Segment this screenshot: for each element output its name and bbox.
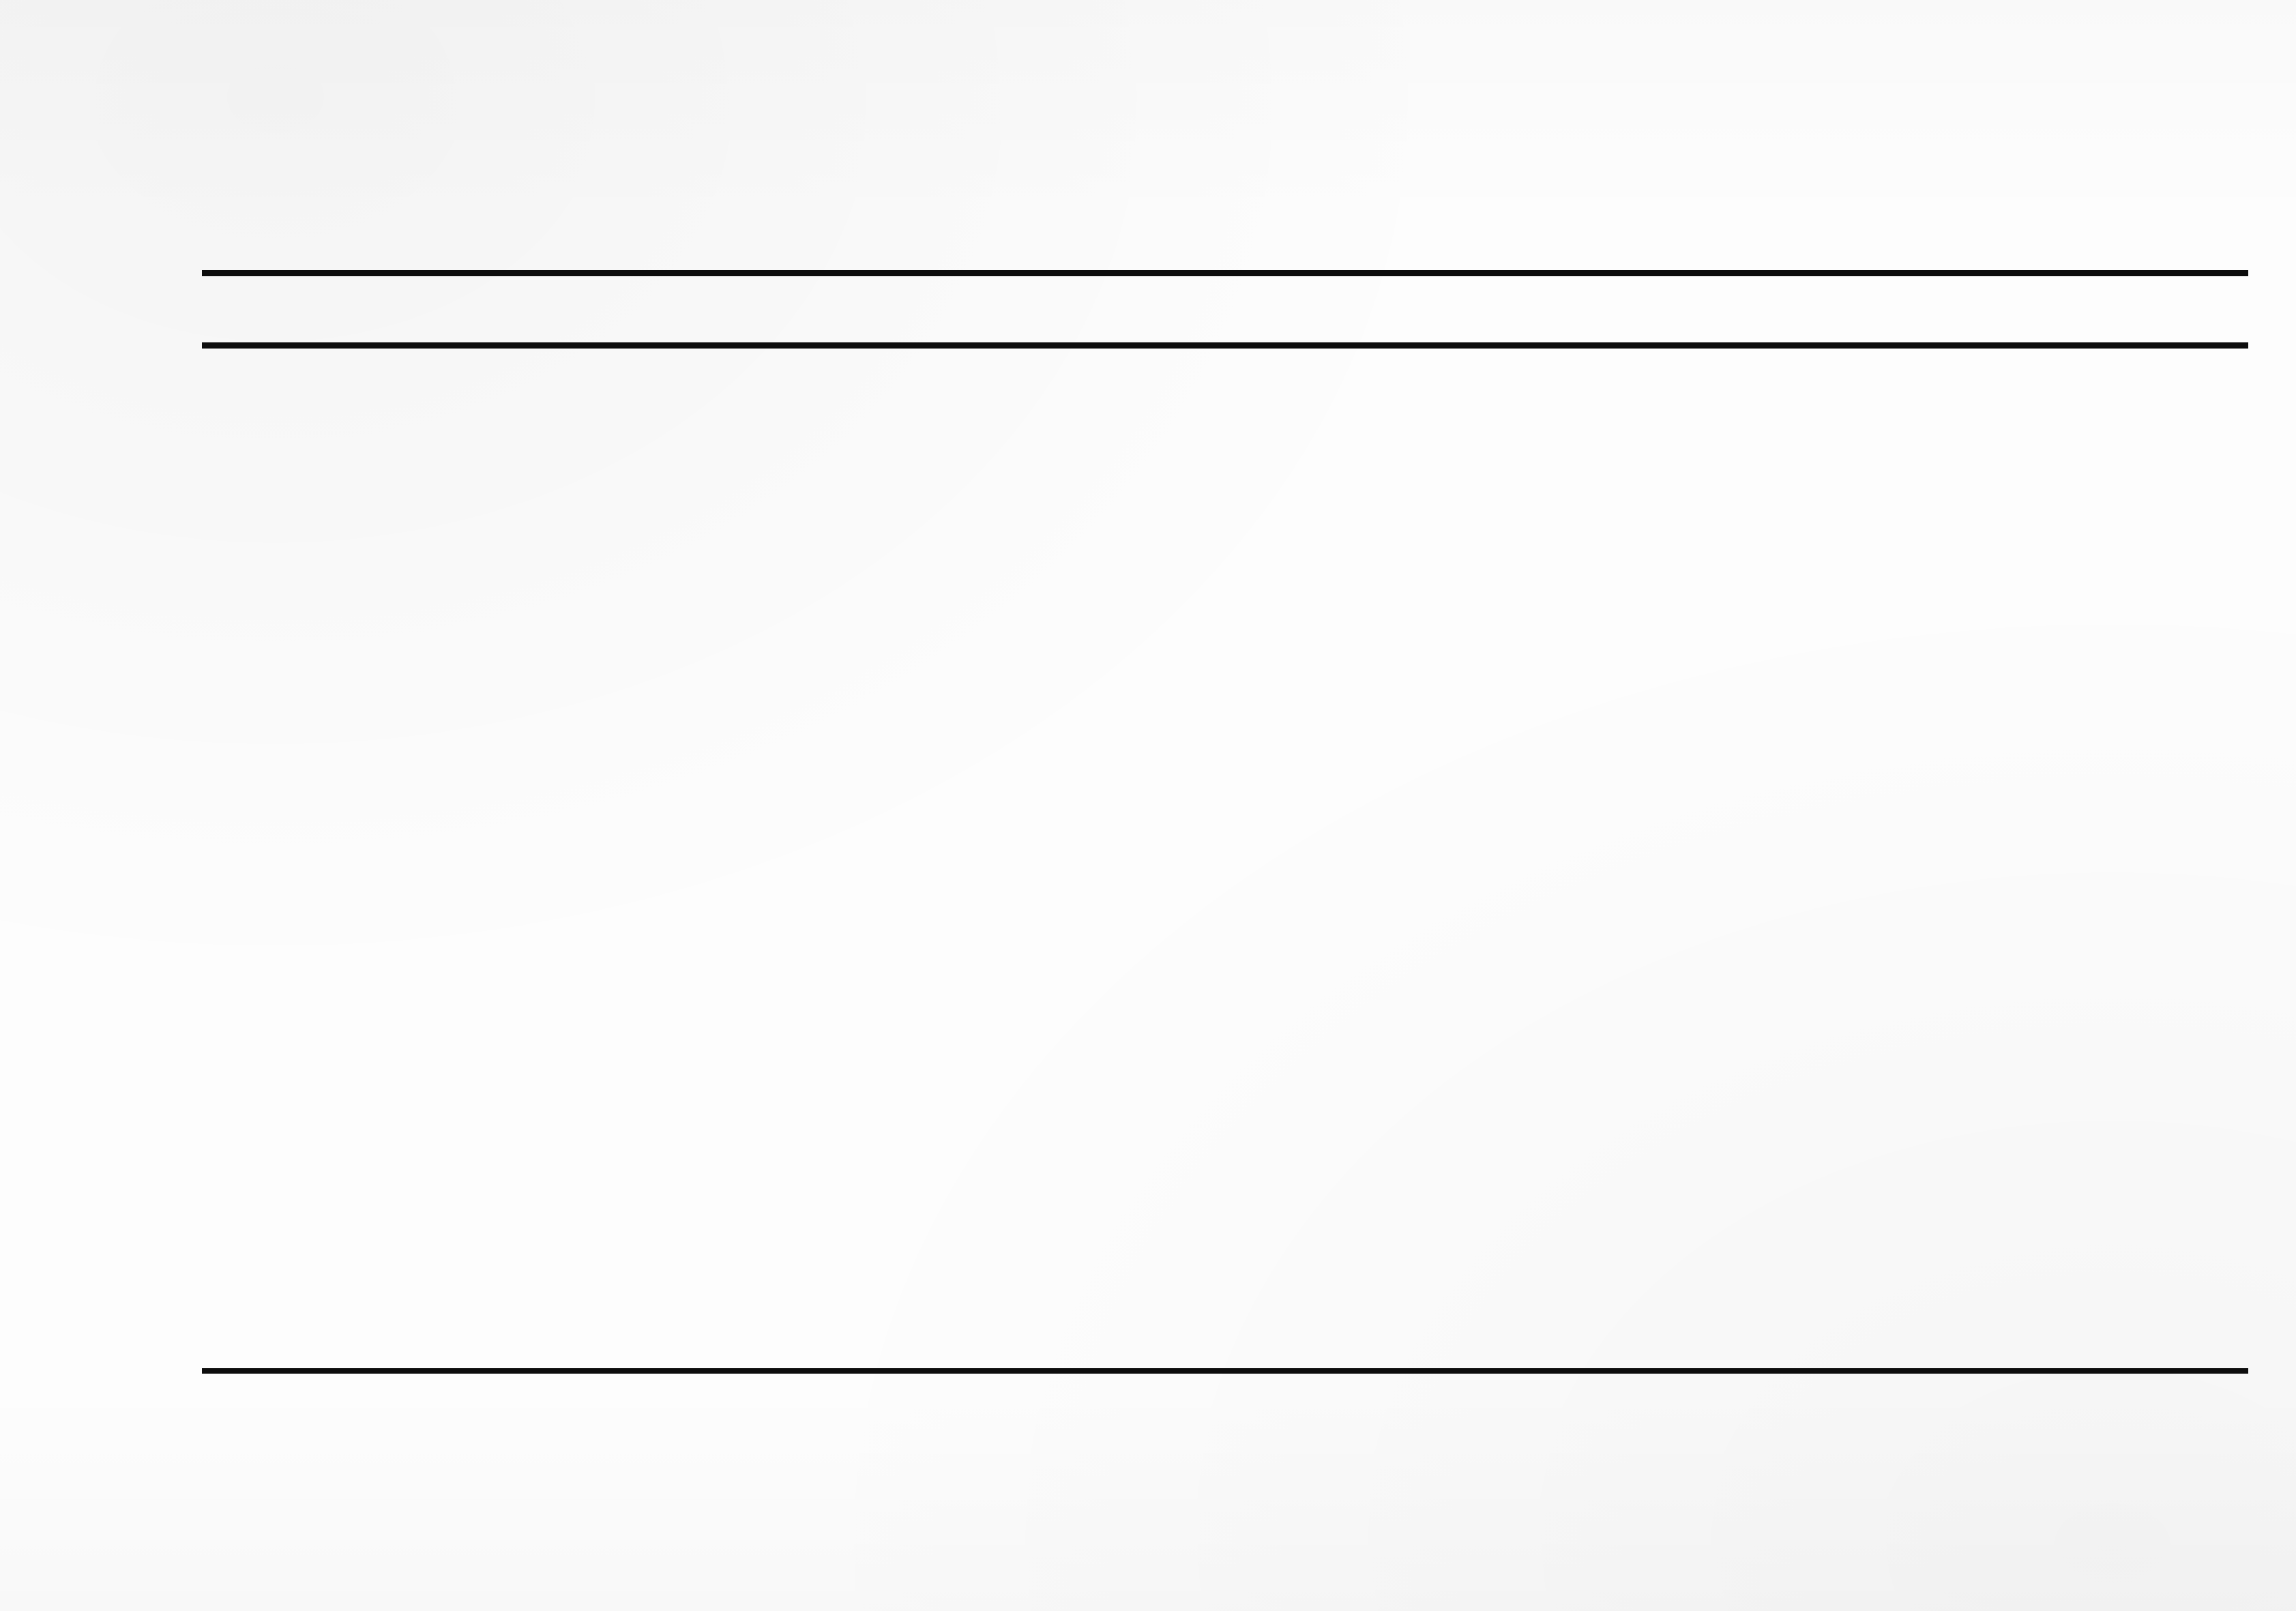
table-top-rule: [202, 270, 2248, 276]
scanned-page: [0, 0, 2296, 1611]
table-total-rule: [202, 1368, 2248, 1374]
page-header: [205, 190, 2251, 237]
table-header-rule: [202, 342, 2248, 349]
